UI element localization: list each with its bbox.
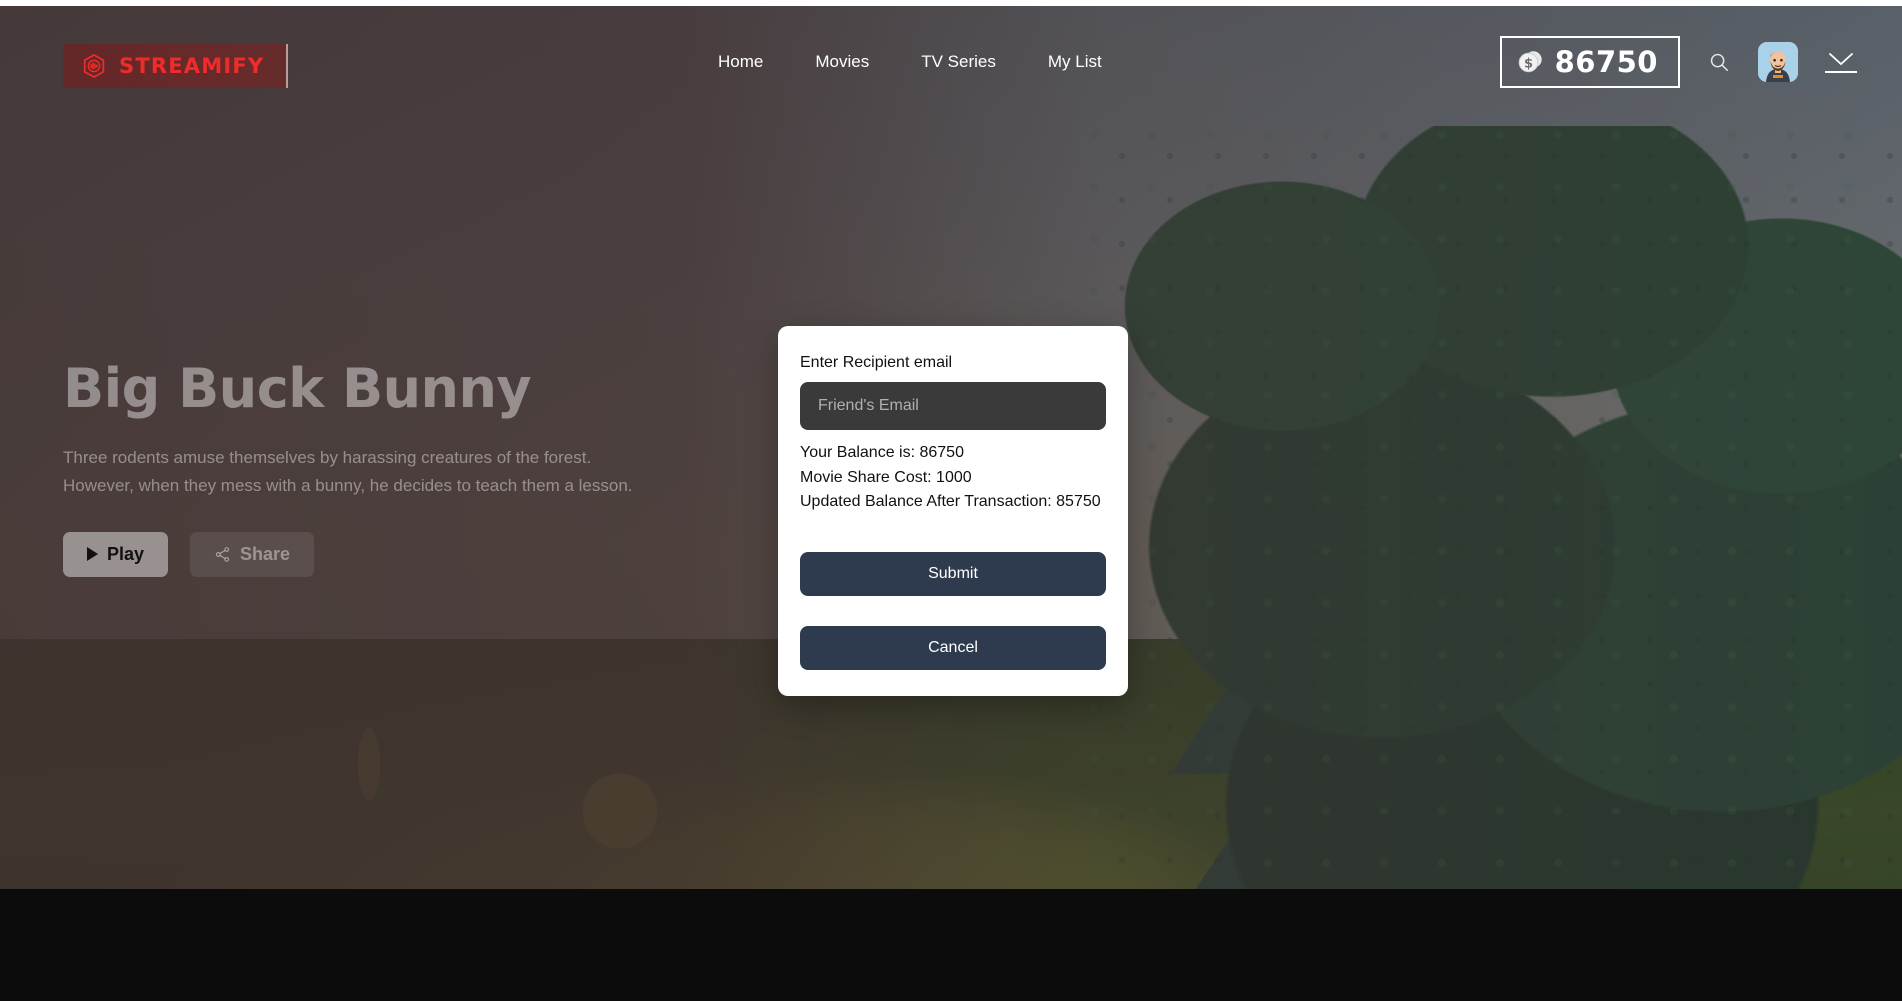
svg-text:$: $ <box>1524 57 1533 72</box>
play-button-label: Play <box>107 543 145 564</box>
nav-item-movies[interactable]: Movies <box>815 52 869 72</box>
hero-content: Big Buck Bunny Three rodents amuse thems… <box>63 357 683 577</box>
movie-share-cost-line: Movie Share Cost: 1000 <box>800 468 972 486</box>
account-menu-button[interactable] <box>1824 52 1858 73</box>
main-navigation: Home Movies TV Series My List <box>718 52 1102 72</box>
avatar[interactable] <box>1758 42 1798 82</box>
nav-item-tv-series[interactable]: TV Series <box>921 52 996 72</box>
cancel-button[interactable]: Cancel <box>800 625 1106 670</box>
nav-item-home[interactable]: Home <box>718 52 763 72</box>
brand-logo-text: STREAMIFY <box>119 54 265 78</box>
balance-amount: 86750 <box>1554 45 1658 79</box>
share-button[interactable]: Share <box>190 531 315 577</box>
balance-badge[interactable]: $ 86750 <box>1499 36 1680 88</box>
recipient-email-input[interactable] <box>800 382 1106 430</box>
below-fold-area <box>0 889 1902 1001</box>
recipient-email-label: Enter Recipient email <box>800 354 953 371</box>
share-icon <box>215 546 230 562</box>
search-button[interactable] <box>1706 49 1732 75</box>
soundwave-hexagon-icon <box>83 53 105 79</box>
streamify-page: STREAMIFY Home Movies TV Series My List … <box>0 6 1902 1001</box>
nav-item-my-list[interactable]: My List <box>1048 52 1102 72</box>
search-icon <box>1710 53 1728 71</box>
play-button[interactable]: Play <box>63 531 169 577</box>
hero-action-buttons: Play Share <box>63 531 683 577</box>
movie-title: Big Buck Bunny <box>63 357 532 420</box>
account-menu-underline <box>1825 70 1857 73</box>
brand-logo[interactable]: STREAMIFY <box>63 44 289 88</box>
avatar-image <box>1758 42 1798 82</box>
share-movie-modal: Enter Recipient email Your Balance is: 8… <box>778 326 1128 696</box>
updated-balance-line: Updated Balance After Transaction: 85750 <box>800 493 1101 510</box>
your-balance-line: Your Balance is: 86750 <box>800 444 964 461</box>
share-button-label: Share <box>240 543 291 564</box>
header-actions: $ 86750 <box>1499 36 1858 88</box>
chevron-down-icon <box>1829 52 1853 65</box>
play-icon <box>87 547 98 562</box>
movie-description: Three rodents amuse themselves by harass… <box>63 447 633 495</box>
site-header: STREAMIFY Home Movies TV Series My List … <box>0 6 1902 124</box>
coins-icon: $ <box>1518 51 1542 73</box>
submit-button[interactable]: Submit <box>800 551 1106 596</box>
